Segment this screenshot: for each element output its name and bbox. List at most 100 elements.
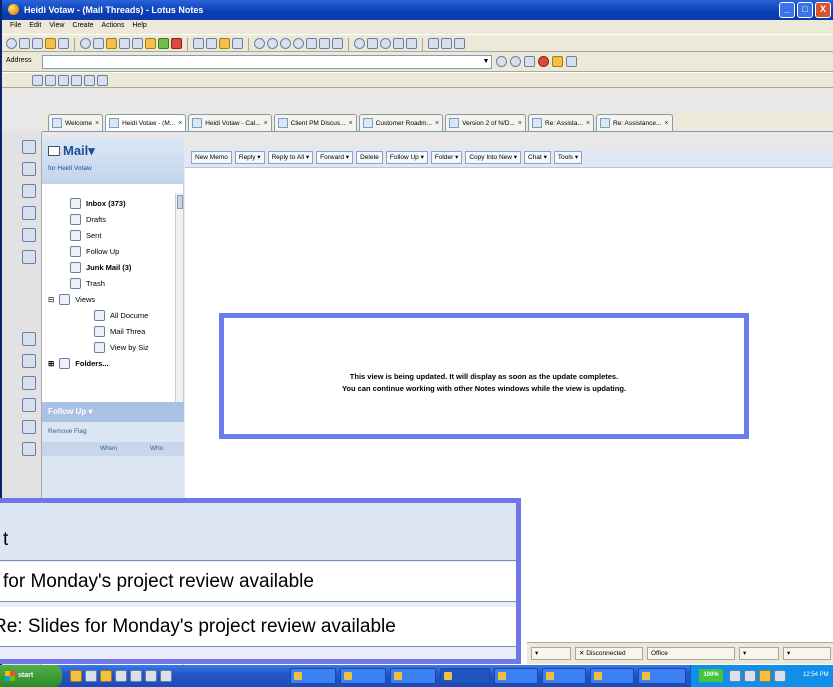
quick-launch-folder-icon[interactable] [100, 670, 112, 682]
unread-prev-icon[interactable] [354, 38, 365, 49]
search-icon[interactable] [441, 38, 452, 49]
folder-junk-mail[interactable]: Junk Mail (3) [70, 259, 131, 275]
nav-up-icon[interactable] [306, 38, 317, 49]
address-input[interactable] [42, 55, 492, 69]
quick-launch-calendar-icon[interactable] [160, 670, 172, 682]
properties-icon[interactable] [232, 38, 243, 49]
attach-icon[interactable] [206, 38, 217, 49]
bookmark-workspace-icon[interactable] [22, 442, 36, 456]
refresh-icon[interactable] [406, 38, 417, 49]
tab-welcome[interactable]: Welcome × [48, 114, 104, 131]
text-italic-icon[interactable] [45, 75, 56, 86]
go-forward-icon[interactable] [510, 56, 521, 67]
quick-launch-mail-icon[interactable] [145, 670, 157, 682]
bookmark-mail-icon[interactable] [22, 140, 36, 154]
bookmark-databases-icon[interactable] [22, 332, 36, 346]
tab-mail-threads[interactable]: Heidi Votaw - (M... × [105, 114, 187, 131]
nav-down-icon[interactable] [319, 38, 330, 49]
taskbar-item[interactable] [390, 668, 436, 684]
back-icon[interactable] [19, 38, 30, 49]
stop-loading-icon[interactable] [538, 56, 549, 67]
bookmark-history-icon[interactable] [22, 420, 36, 434]
taskbar-item[interactable] [494, 668, 538, 684]
tab-re-assista[interactable]: Re: Assista... × [527, 114, 594, 131]
bookmark-sametime-icon[interactable] [22, 250, 36, 264]
delete-button[interactable]: Delete [356, 151, 383, 164]
paste-icon[interactable] [158, 38, 169, 49]
expand-icon[interactable] [332, 38, 343, 49]
start-button[interactable]: start [0, 665, 62, 687]
expand-toggle-icon[interactable]: ⊞ [48, 359, 54, 368]
maximize-button[interactable]: □ [797, 2, 813, 18]
folder-button[interactable]: Folder ▾ [430, 151, 463, 164]
tab-close-icon[interactable]: × [95, 120, 99, 127]
tab-client-pm-discussion[interactable]: Client PM Discus... × [273, 114, 357, 131]
folder-follow-up[interactable]: Follow Up [70, 243, 119, 259]
menu-edit[interactable]: Edit [25, 20, 45, 34]
go-back-icon[interactable] [496, 56, 507, 67]
unread-next-icon[interactable] [380, 38, 391, 49]
bookmark-todo-icon[interactable] [22, 206, 36, 220]
battery-indicator[interactable]: 100% [699, 669, 723, 682]
nav-first-icon[interactable] [254, 38, 265, 49]
forward-button[interactable]: Forward ▾ [316, 151, 354, 164]
tray-sametime-icon[interactable] [774, 670, 786, 682]
text-color-icon[interactable] [71, 75, 82, 86]
connection-status[interactable]: ✕ Disconnected [575, 647, 643, 660]
status-mail-icon[interactable]: ▾ [783, 647, 831, 660]
quick-launch-notes-icon[interactable] [70, 670, 82, 682]
bookmark-favorites-icon[interactable] [22, 354, 36, 368]
view-by-size[interactable]: View by Siz [94, 339, 149, 355]
column-when[interactable]: When [100, 445, 117, 452]
bookmark-calendar-icon[interactable] [22, 162, 36, 176]
save-icon[interactable] [45, 38, 56, 49]
location-status[interactable]: Office [647, 647, 735, 660]
format-icon[interactable] [193, 38, 204, 49]
view-mail-threads[interactable]: Mail Threa [94, 323, 145, 339]
column-who[interactable]: Who [150, 445, 163, 452]
collapse-toggle-icon[interactable]: ⊟ [48, 295, 54, 304]
mail-menu-chevron-icon[interactable]: ▾ [88, 143, 95, 158]
folder-views[interactable]: ⊟ Views [48, 291, 95, 307]
print-icon[interactable] [58, 38, 69, 49]
follow-up-title[interactable]: Follow Up ▾ [48, 407, 92, 416]
menu-help[interactable]: Help [128, 20, 150, 34]
navigator-scrollbar[interactable] [175, 193, 183, 403]
bookmark-tools-icon[interactable] [22, 398, 36, 412]
tray-network-icon[interactable] [729, 670, 741, 682]
undo-icon[interactable] [171, 38, 182, 49]
folder-folders[interactable]: ⊞ Folders... [48, 355, 109, 371]
view-all-documents[interactable]: All Docume [94, 307, 148, 323]
quick-launch-browser-icon[interactable] [85, 670, 97, 682]
folder-sent[interactable]: Sent [70, 227, 101, 243]
copy-into-new-button[interactable]: Copy Into New ▾ [465, 151, 522, 164]
reply-button[interactable]: Reply ▾ [234, 151, 265, 164]
text-underline-icon[interactable] [58, 75, 69, 86]
tab-close-icon[interactable]: × [178, 120, 182, 127]
align-icon[interactable] [84, 75, 95, 86]
taskbar-item[interactable] [590, 668, 634, 684]
bookmark-contacts-icon[interactable] [22, 184, 36, 198]
cut-icon[interactable] [132, 38, 143, 49]
menu-actions[interactable]: Actions [97, 20, 128, 34]
status-message-icon[interactable]: ▾ [739, 647, 779, 660]
tab-re-assistance[interactable]: Re: Assistance... × [595, 114, 673, 131]
tab-customer-roadmap[interactable]: Customer Roadm... × [358, 114, 444, 131]
nav-next-icon[interactable] [280, 38, 291, 49]
binoculars-icon[interactable] [428, 38, 439, 49]
tab-close-icon[interactable]: × [435, 120, 439, 127]
new-memo-button[interactable]: New Memo [191, 151, 232, 164]
menu-file[interactable]: File [6, 20, 25, 34]
quick-launch-media-icon[interactable] [130, 670, 142, 682]
refresh-page-icon[interactable] [552, 56, 563, 67]
spell-check-icon[interactable] [219, 38, 230, 49]
tab-calendar[interactable]: Heidi Votaw - Cal... × [188, 114, 272, 131]
reply-to-all-button[interactable]: Reply to All ▾ [267, 151, 314, 164]
chat-button[interactable]: Chat ▾ [524, 151, 551, 164]
indent-icon[interactable] [97, 75, 108, 86]
taskbar-item[interactable] [290, 668, 336, 684]
title-bar[interactable]: Heidi Votaw - (Mail Threads) - Lotus Not… [2, 0, 833, 20]
tools-button[interactable]: Tools ▾ [553, 151, 583, 164]
contacts-icon[interactable] [106, 38, 117, 49]
minimize-button[interactable]: _ [779, 2, 795, 18]
